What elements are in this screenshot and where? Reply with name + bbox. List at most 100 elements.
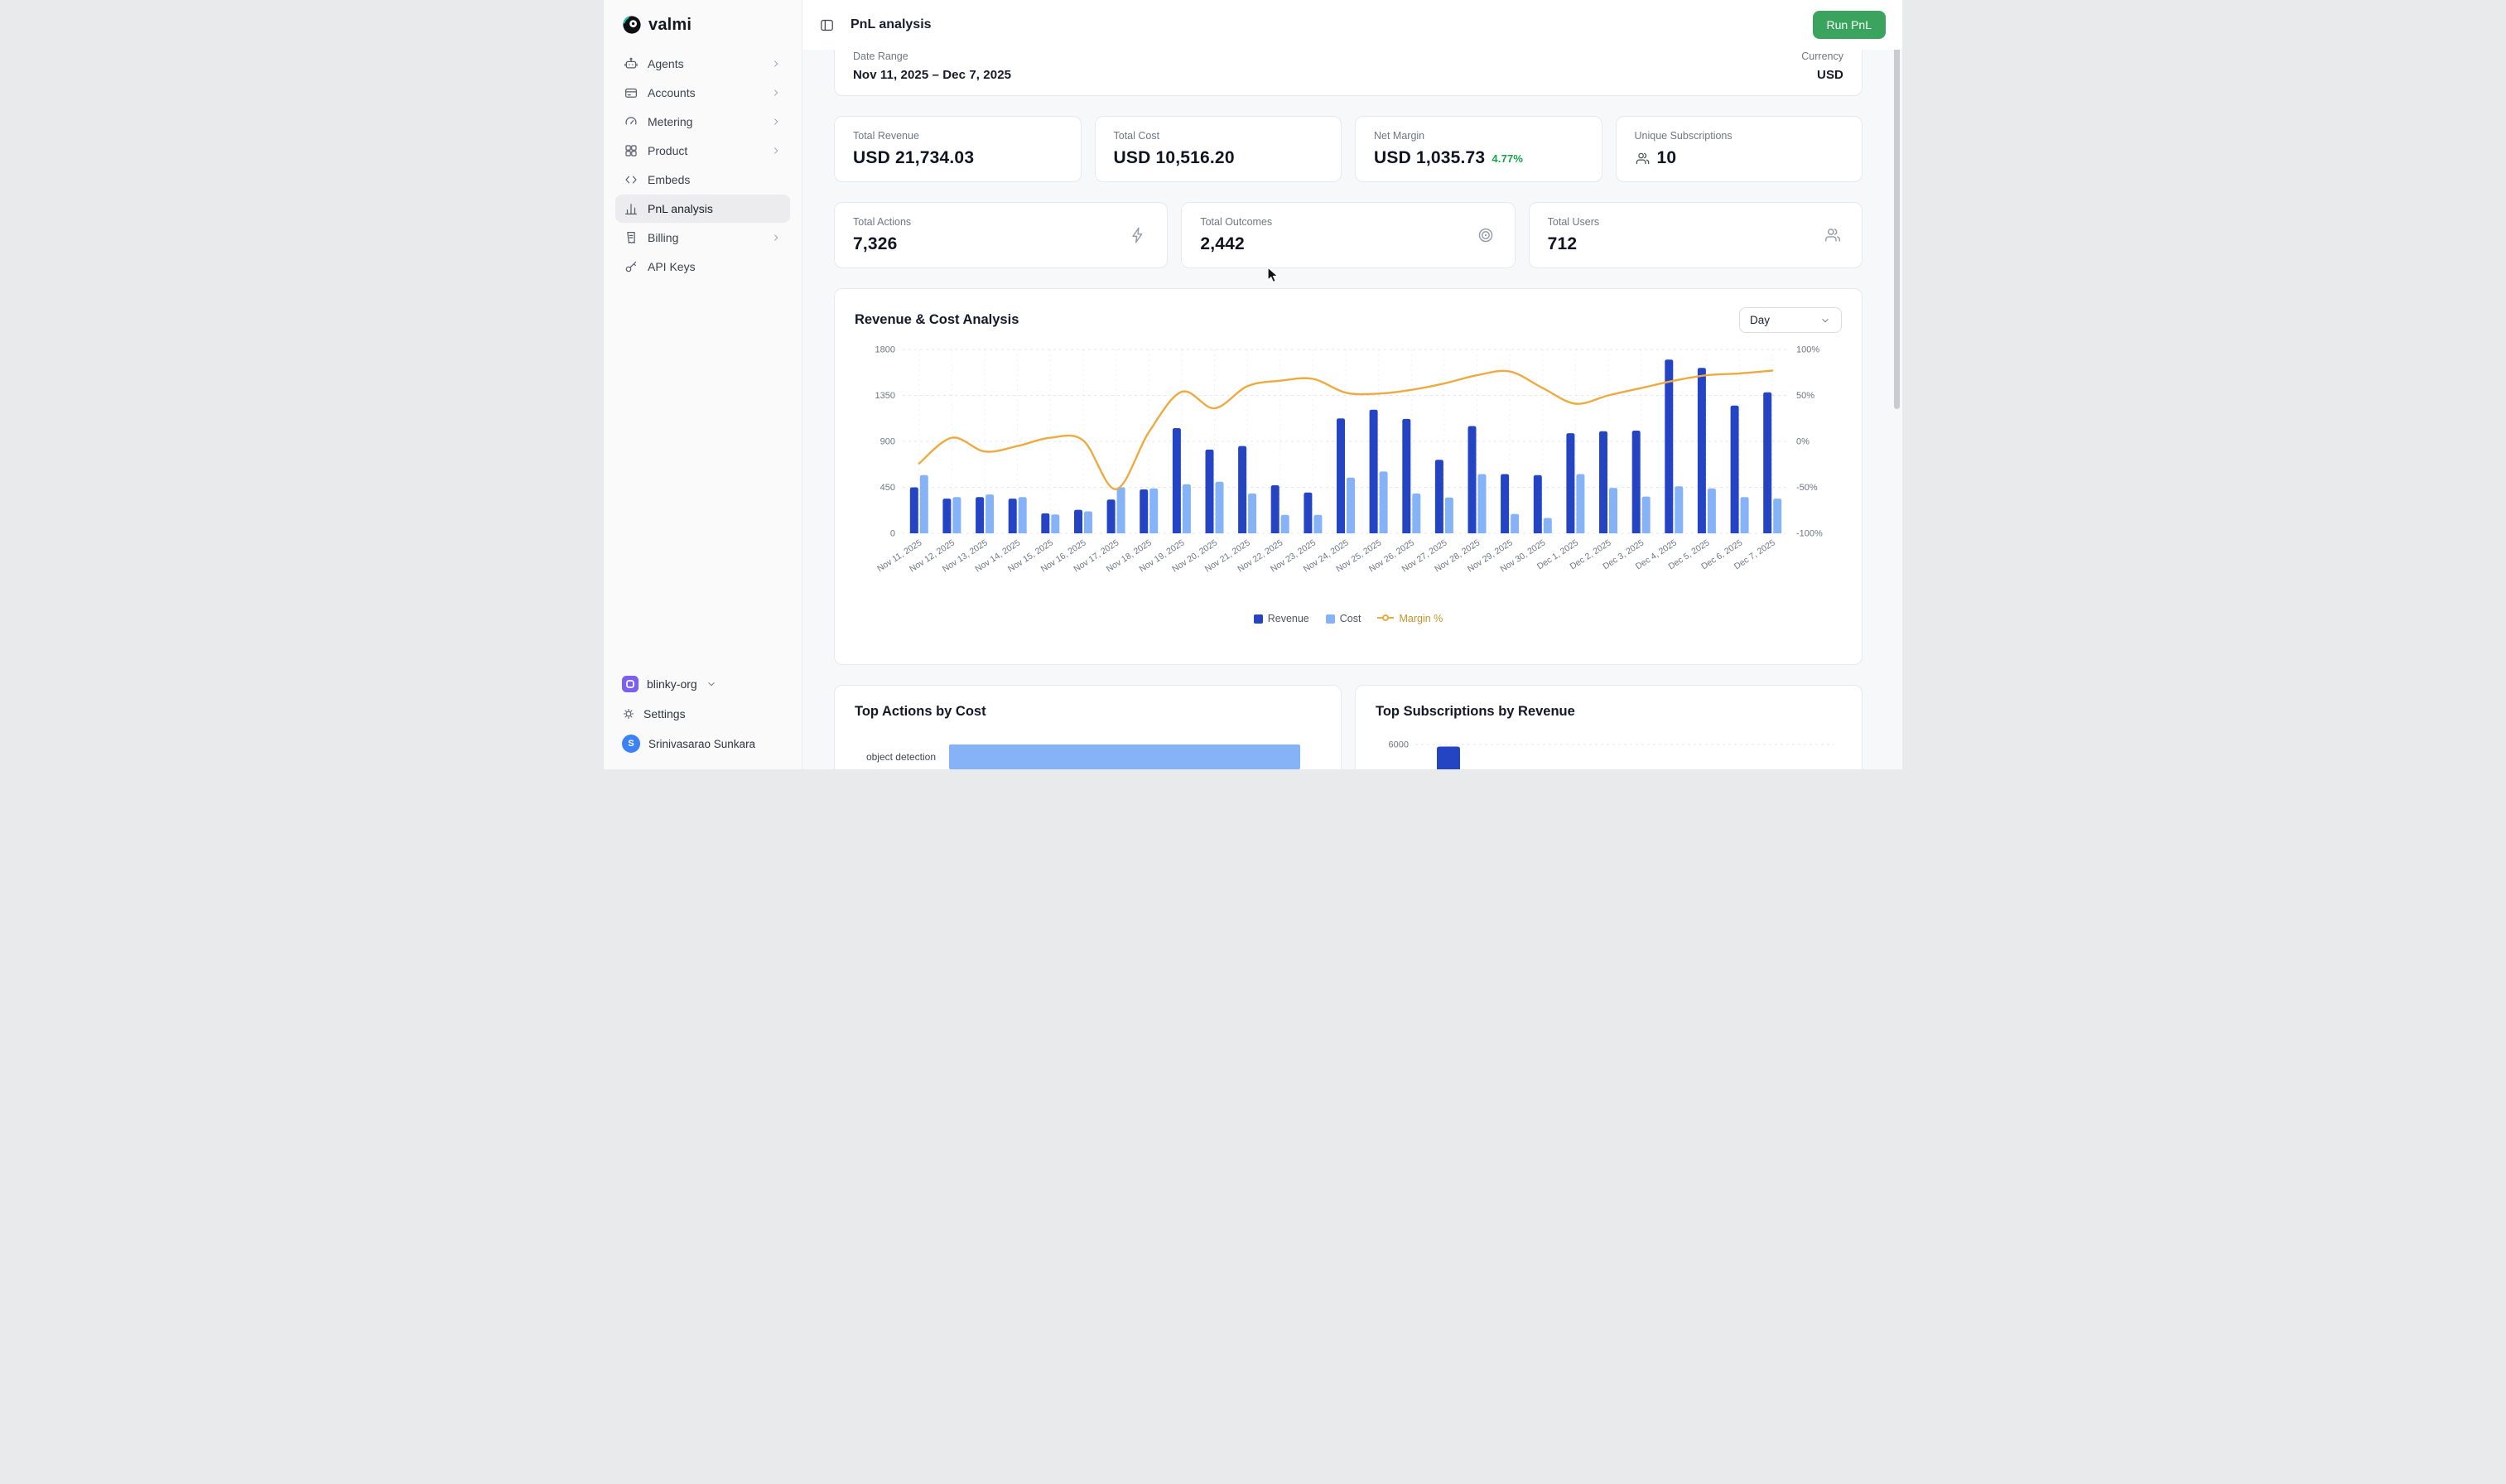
bar-chart-icon (624, 201, 639, 216)
user-profile[interactable]: S Srinivasarao Sunkara (615, 730, 790, 758)
legend-label: Margin % (1399, 613, 1443, 624)
chevron-right-icon (770, 87, 782, 99)
stats-row-2: Total Actions7,326Total Outcomes2,442Tot… (834, 202, 1863, 268)
gear-icon (622, 707, 635, 720)
sidebar-item-label: Metering (648, 115, 692, 128)
top-subscriptions-card: Top Subscriptions by Revenue 6000 (1355, 685, 1863, 769)
revenue-cost-card: Revenue & Cost Analysis Day 045090013501… (834, 288, 1863, 665)
legend-label: Cost (1340, 613, 1361, 624)
robot-icon (624, 56, 639, 71)
top-subscriptions-chart-svg: 6000 (1376, 735, 1841, 769)
top-actions-chart: object detection (855, 744, 1321, 769)
stat-value-text: 712 (1548, 234, 1578, 254)
org-switcher[interactable]: blinky-org (615, 670, 790, 698)
sidebar-collapse-button[interactable] (814, 12, 839, 37)
sidebar-item-product[interactable]: Product (615, 137, 790, 165)
sidebar-item-label: Accounts (648, 86, 696, 99)
stat-label: Unique Subscriptions (1635, 130, 1844, 142)
svg-text:0: 0 (890, 529, 895, 539)
page-title: PnL analysis (851, 17, 932, 32)
legend-item-cost[interactable]: Cost (1326, 613, 1361, 624)
sidebar-item-billing[interactable]: Billing (615, 224, 790, 252)
date-range-label: Date Range (853, 51, 1011, 62)
sidebar-item-agents[interactable]: Agents (615, 50, 790, 78)
chevron-right-icon (770, 145, 782, 157)
top-actions-title: Top Actions by Cost (855, 704, 1321, 720)
stat-label: Total Revenue (853, 130, 1063, 142)
chart-header: Revenue & Cost Analysis Day (855, 307, 1842, 333)
bolt-icon (1129, 226, 1147, 244)
svg-text:100%: 100% (1796, 345, 1819, 355)
granularity-value: Day (1750, 314, 1770, 326)
granularity-select[interactable]: Day (1739, 307, 1842, 333)
sidebar-item-metering[interactable]: Metering (615, 108, 790, 136)
target-icon (1477, 226, 1495, 244)
stat-card-total-revenue: Total Revenue USD 21,734.03 (834, 116, 1082, 182)
revenue-cost-chart: 045090013501800-100%-50%0%50%100%Nov 11,… (855, 343, 1842, 605)
svg-text:1800: 1800 (875, 345, 895, 355)
svg-text:6000: 6000 (1389, 740, 1409, 750)
stat-label: Net Margin (1374, 130, 1583, 142)
currency-filter: Currency USD (1801, 51, 1843, 82)
svg-text:50%: 50% (1796, 391, 1814, 401)
stat-value: 10 (1635, 148, 1844, 168)
sidebar-footer: blinky-org Settings S Srinivasarao Sunka… (615, 670, 790, 758)
stat-value: 2,442 (1200, 234, 1496, 254)
stats-row-1: Total Revenue USD 21,734.03 Total CostUSD … (834, 116, 1863, 182)
users-icon (1824, 226, 1842, 244)
chevron-down-icon (706, 678, 717, 690)
sidebar-item-api-keys[interactable]: API Keys (615, 253, 790, 281)
stat-card-unique-subscriptions: Unique Subscriptions 10 (1616, 116, 1863, 182)
main-area: PnL analysis Run PnL Date Range Nov 11, … (802, 0, 1902, 769)
currency-value[interactable]: USD (1801, 68, 1843, 82)
sidebar-item-embeds[interactable]: Embeds (615, 166, 790, 194)
svg-text:450: 450 (880, 483, 895, 493)
stat-card-total-outcomes: Total Outcomes2,442 (1181, 202, 1515, 268)
panel-collapse-icon (819, 17, 835, 33)
chart-legend: Revenue Cost Margin % (855, 613, 1842, 624)
bottom-cards-row: Top Actions by Cost object detection Top… (834, 685, 1863, 769)
users-icon (1635, 151, 1651, 166)
stat-card-total-cost: Total CostUSD 10,516.20 (1095, 116, 1342, 182)
gauge-icon (624, 114, 639, 129)
stat-value: USD 10,516.20 (1114, 148, 1323, 168)
hbar-track (949, 744, 1321, 769)
stat-value-text: 7,326 (853, 234, 898, 254)
hbar-row-object-detection: object detection (855, 744, 1321, 769)
stat-card-net-margin: Net MarginUSD 1,035.734.77% (1355, 116, 1602, 182)
user-avatar: S (622, 735, 640, 753)
brand-logo: valmi (615, 13, 790, 50)
currency-label: Currency (1801, 51, 1843, 62)
stat-card-total-users: Total Users712 (1529, 202, 1863, 268)
content-scroll-area: Date Range Nov 11, 2025 – Dec 7, 2025 Cu… (802, 50, 1902, 769)
receipt-icon (624, 230, 639, 245)
chevron-right-icon (770, 58, 782, 70)
sidebar-item-settings[interactable]: Settings (615, 700, 790, 728)
date-range-value[interactable]: Nov 11, 2025 – Dec 7, 2025 (853, 68, 1011, 82)
run-pnl-button[interactable]: Run PnL (1813, 11, 1886, 39)
stat-value: 712 (1548, 234, 1843, 254)
legend-item-revenue[interactable]: Revenue (1254, 613, 1309, 624)
sidebar-nav: Agents Accounts Metering Product EmbedsPnL a… (615, 50, 790, 281)
chevron-right-icon (770, 116, 782, 128)
date-range-filter: Date Range Nov 11, 2025 – Dec 7, 2025 (853, 51, 1011, 82)
stat-value: 7,326 (853, 234, 1149, 254)
legend-item-margin[interactable]: Margin % (1377, 613, 1443, 624)
revenue-cost-chart-svg: 045090013501800-100%-50%0%50%100%Nov 11,… (855, 343, 1843, 605)
filters-card: Date Range Nov 11, 2025 – Dec 7, 2025 Cu… (834, 50, 1863, 96)
stat-value-text: 10 (1657, 148, 1677, 168)
legend-swatch (1254, 614, 1263, 624)
chevron-down-icon (1819, 315, 1831, 326)
sidebar-item-label: Product (648, 144, 687, 157)
sidebar-item-pnl-analysis[interactable]: PnL analysis (615, 195, 790, 223)
stat-value-text: USD 10,516.20 (1114, 148, 1235, 168)
sidebar-item-label: Agents (648, 57, 684, 70)
grid-icon (624, 143, 639, 158)
settings-label: Settings (643, 707, 686, 720)
legend-swatch (1326, 614, 1335, 624)
scrollbar-thumb[interactable] (1894, 41, 1900, 409)
sidebar-item-accounts[interactable]: Accounts (615, 79, 790, 107)
stat-value-text: USD 21,734.03 (853, 148, 974, 168)
org-avatar-icon (622, 676, 639, 692)
legend-label: Revenue (1268, 613, 1309, 624)
